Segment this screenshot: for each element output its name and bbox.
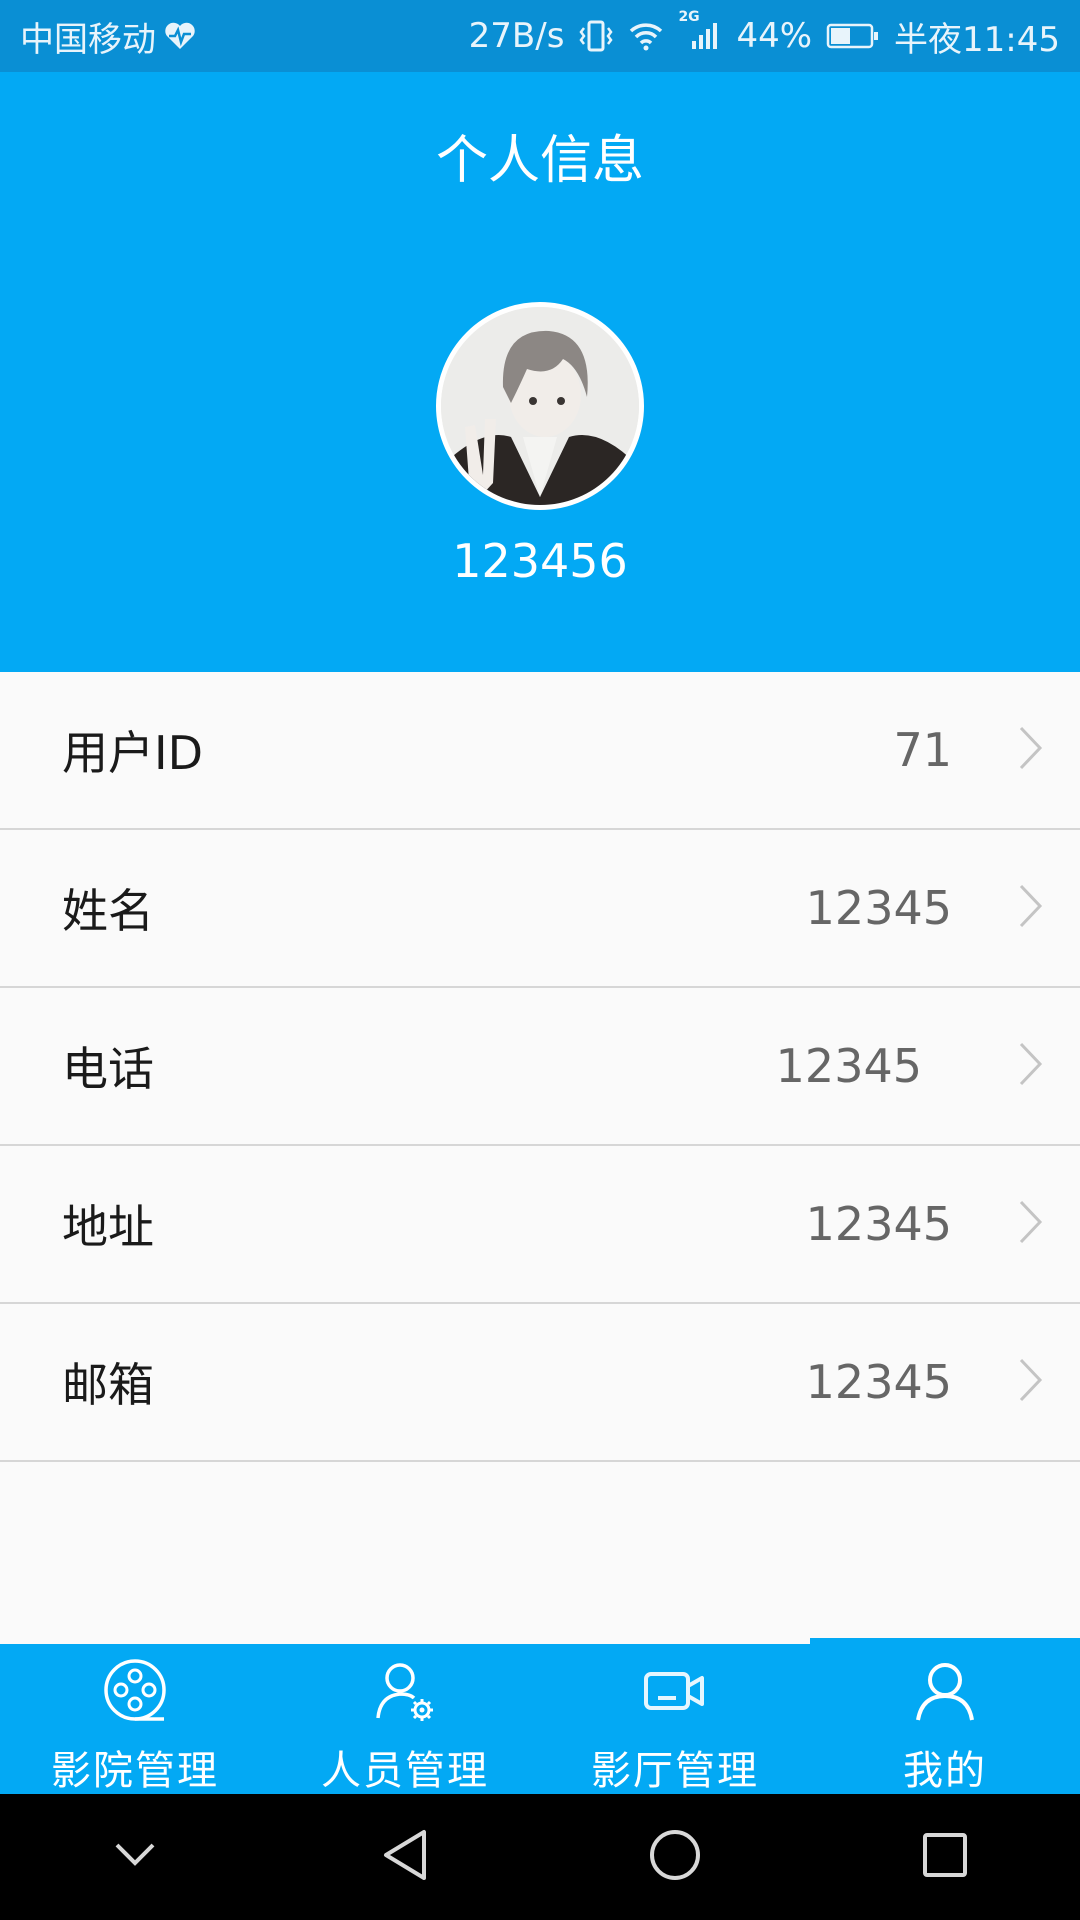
row-user-id[interactable]: 用户ID 71 xyxy=(0,672,1080,830)
tab-label: 人员管理 xyxy=(321,1748,489,1794)
chevron-right-icon xyxy=(1018,725,1044,775)
tab-label: 影厅管理 xyxy=(591,1748,759,1794)
tab-cinema-management[interactable]: 影院管理 xyxy=(0,1644,270,1794)
info-list: 用户ID 71 姓名 12345 电话 12345 地址 12345 邮箱 12… xyxy=(0,672,1080,1462)
vibrate-icon xyxy=(578,19,614,53)
network-type: 2G xyxy=(678,9,700,25)
avatar[interactable] xyxy=(436,302,644,510)
row-email[interactable]: 邮箱 12345 xyxy=(0,1304,1080,1462)
chevron-right-icon xyxy=(1018,1041,1044,1091)
row-label: 邮箱 xyxy=(62,1358,154,1412)
person-settings-icon xyxy=(370,1656,440,1730)
page-title: 个人信息 xyxy=(435,131,644,191)
chevron-right-icon xyxy=(1018,1357,1044,1407)
clock: 半夜11:45 xyxy=(894,19,1060,60)
row-phone[interactable]: 电话 12345 xyxy=(0,988,1080,1146)
chevron-right-icon xyxy=(1018,883,1044,933)
battery-percent: 44% xyxy=(736,16,813,56)
row-value: 12345 xyxy=(805,881,952,935)
tab-mine[interactable]: 我的 xyxy=(810,1638,1080,1794)
carrier-name: 中国移动 xyxy=(20,19,156,60)
home-button[interactable] xyxy=(615,1794,735,1920)
row-value: 12345 xyxy=(775,1039,922,1093)
film-reel-icon xyxy=(100,1656,170,1730)
row-value: 12345 xyxy=(805,1355,952,1409)
home-circle-icon xyxy=(648,1828,702,1886)
back-button[interactable] xyxy=(345,1794,465,1920)
recents-square-icon xyxy=(920,1830,970,1884)
hide-nav-button[interactable] xyxy=(75,1794,195,1920)
row-value: 71 xyxy=(893,723,952,777)
person-icon xyxy=(910,1656,980,1730)
tab-label: 影院管理 xyxy=(51,1748,219,1794)
row-label: 用户ID xyxy=(62,726,203,780)
row-label: 电话 xyxy=(62,1042,154,1096)
heart-rate-icon xyxy=(164,21,196,51)
chevron-down-icon xyxy=(113,1841,157,1873)
battery-icon xyxy=(826,21,880,51)
video-camera-icon xyxy=(640,1656,710,1730)
username: 123456 xyxy=(452,534,628,588)
system-nav-bar xyxy=(0,1794,1080,1920)
row-name[interactable]: 姓名 12345 xyxy=(0,830,1080,988)
profile-header: 个人信息 123456 xyxy=(0,72,1080,672)
signal-icon: 2G xyxy=(678,9,722,51)
back-triangle-icon xyxy=(380,1828,430,1886)
row-address[interactable]: 地址 12345 xyxy=(0,1146,1080,1304)
recents-button[interactable] xyxy=(885,1794,1005,1920)
chevron-right-icon xyxy=(1018,1199,1044,1249)
row-label: 姓名 xyxy=(62,884,154,938)
bottom-tab-bar: 影院管理 人员管理 影厅管理 我的 xyxy=(0,1638,1080,1794)
row-label: 地址 xyxy=(62,1200,154,1254)
tab-label: 我的 xyxy=(903,1748,987,1794)
tab-staff-management[interactable]: 人员管理 xyxy=(270,1644,540,1794)
network-speed: 27B/s xyxy=(468,16,565,56)
wifi-icon xyxy=(628,21,664,51)
status-bar: 中国移动 27B/s 2G 44% 半夜11:45 xyxy=(0,0,1080,72)
tab-hall-management[interactable]: 影厅管理 xyxy=(540,1644,810,1794)
row-value: 12345 xyxy=(805,1197,952,1251)
